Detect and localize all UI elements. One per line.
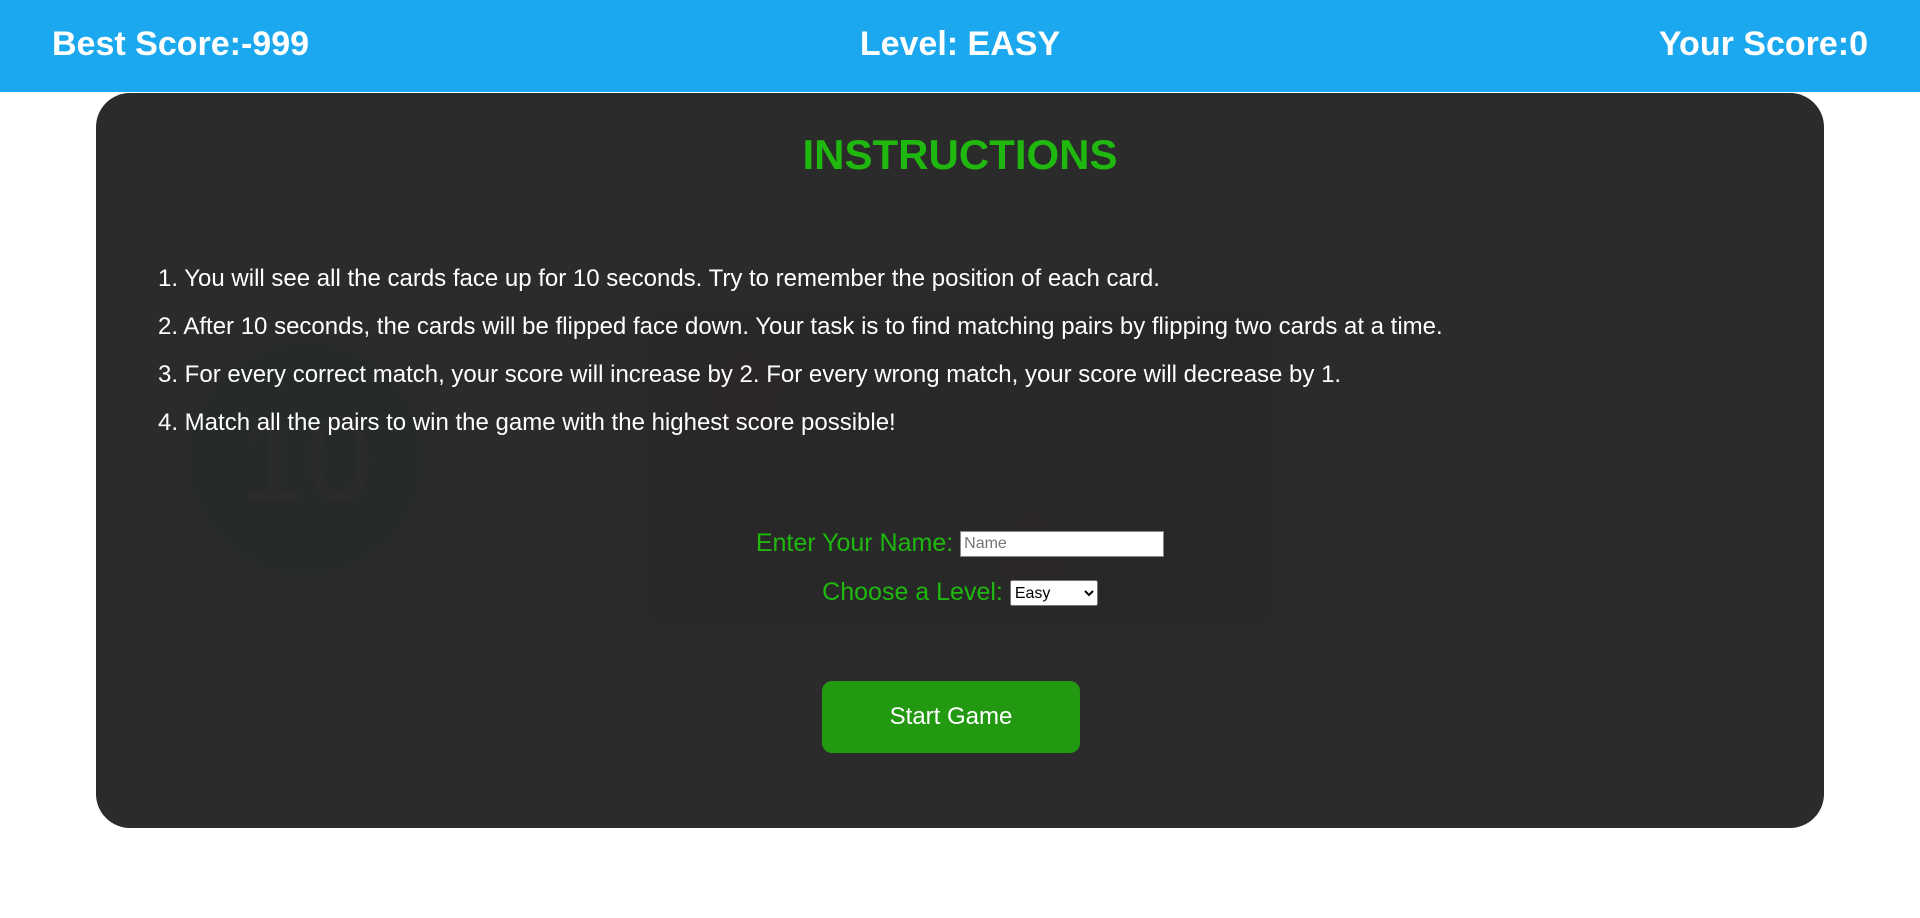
instructions-modal: INSTRUCTIONS 1. You will see all the car… (96, 93, 1824, 828)
modal-title: INSTRUCTIONS (802, 131, 1118, 178)
level-row: Choose a Level: Easy (96, 578, 1824, 607)
name-input[interactable] (960, 531, 1165, 558)
instruction-line: 2. After 10 seconds, the cards will be f… (158, 313, 1443, 340)
start-game-button[interactable]: Start Game (822, 681, 1080, 753)
instruction-line: 1. You will see all the cards face up fo… (158, 265, 1160, 292)
instruction-line: 4. Match all the pairs to win the game w… (158, 409, 896, 436)
name-label: Enter Your Name: (755, 529, 954, 557)
name-row: Enter Your Name: (96, 529, 1824, 558)
instruction-line: 3. For every correct match, your score w… (158, 361, 1342, 388)
level-label: Choose a Level: (822, 578, 1003, 606)
level-select[interactable]: Easy (1009, 580, 1098, 607)
